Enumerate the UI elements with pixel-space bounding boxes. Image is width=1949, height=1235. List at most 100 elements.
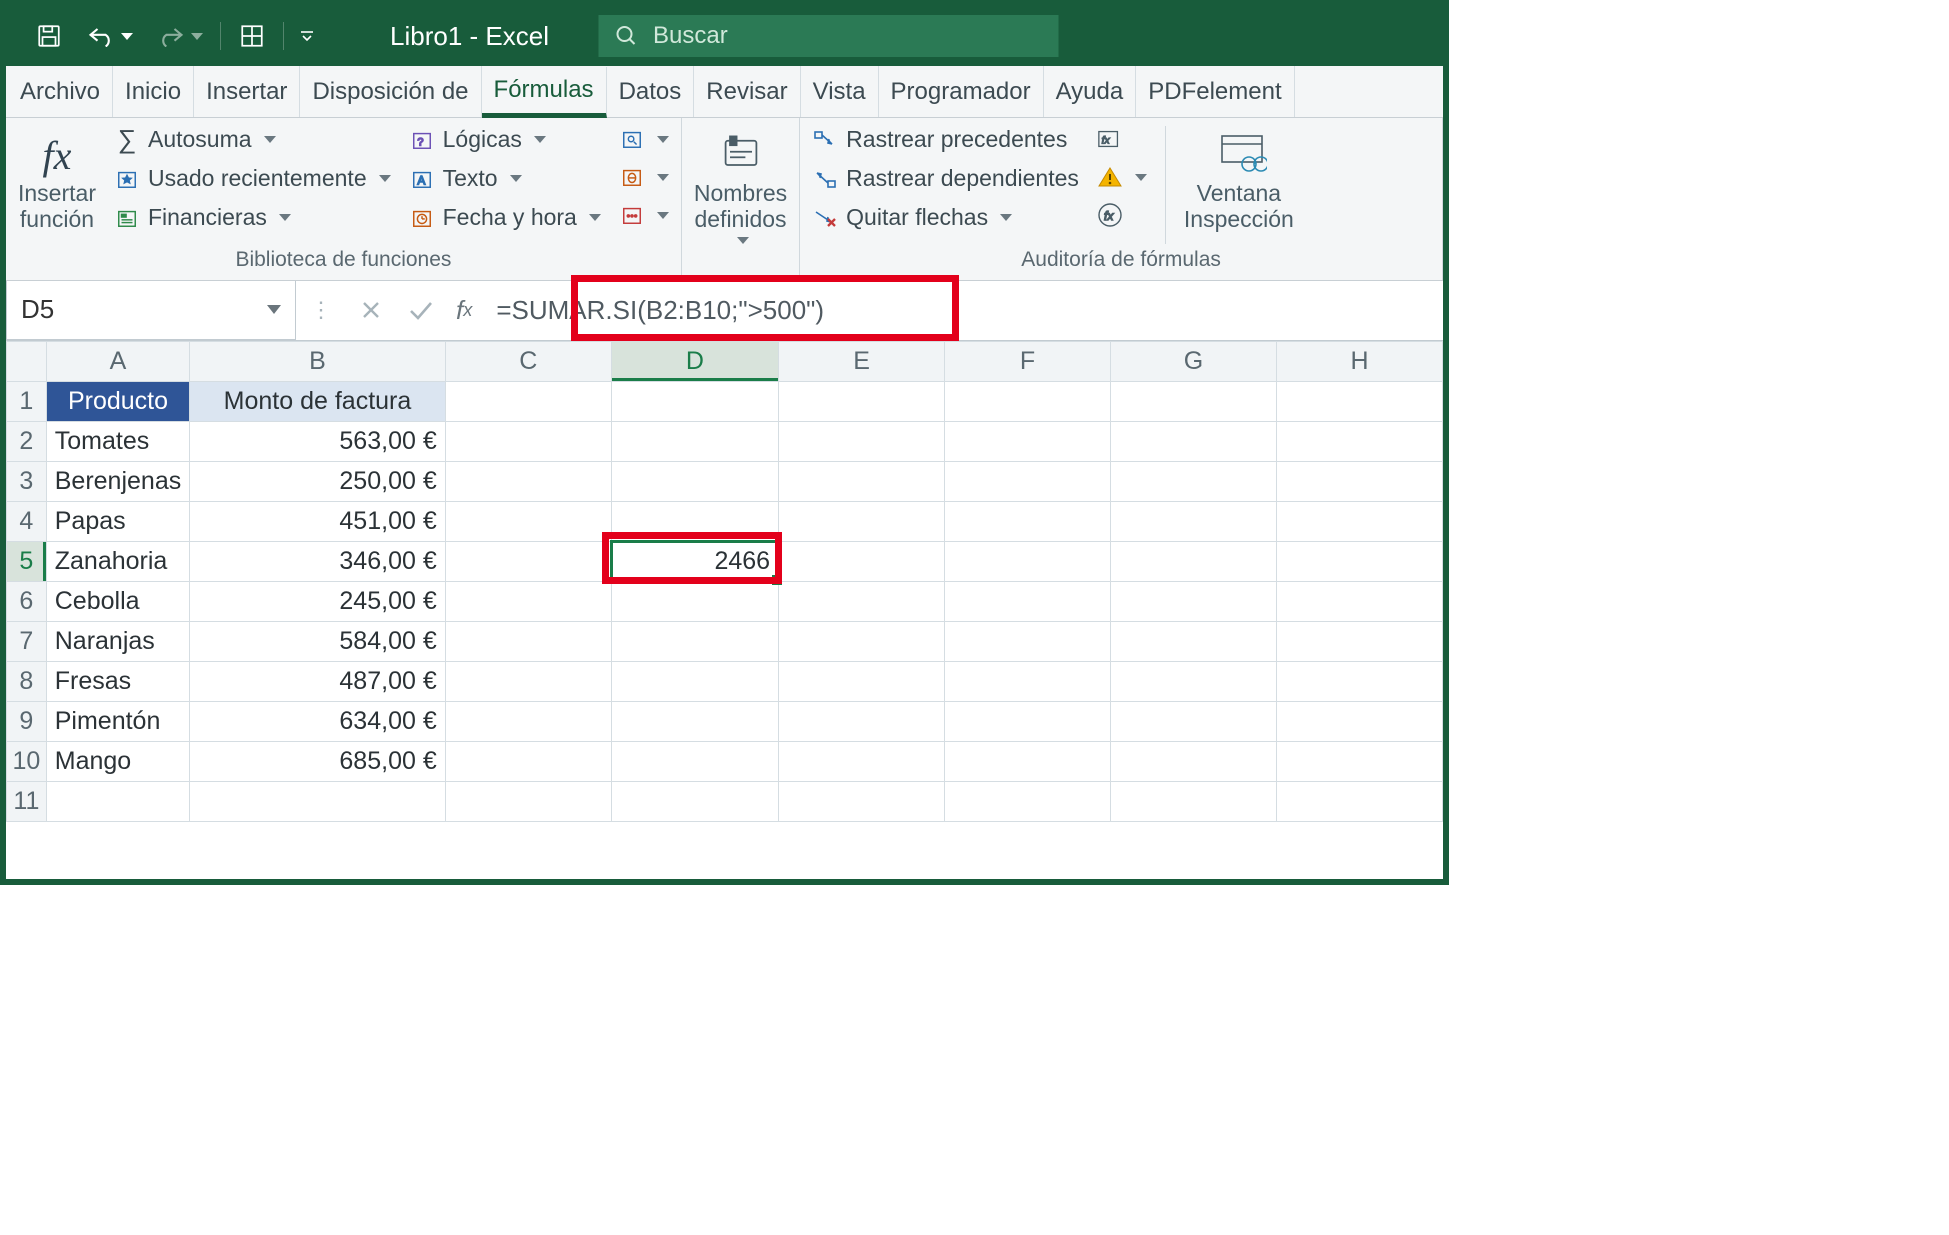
tab-archivo[interactable]: Archivo (6, 66, 113, 117)
column-header-G[interactable]: G (1110, 341, 1276, 381)
cell-A7[interactable]: Naranjas (46, 621, 189, 661)
cell-D3[interactable] (611, 461, 778, 501)
text-button[interactable]: A Texto (409, 165, 601, 192)
tab-vista[interactable]: Vista (801, 66, 879, 117)
cell-A6[interactable]: Cebolla (46, 581, 189, 621)
row-header-4[interactable]: 4 (7, 501, 47, 541)
column-header-C[interactable]: C (445, 341, 611, 381)
cell-B2[interactable]: 563,00 € (190, 421, 446, 461)
cell-A1[interactable]: Producto (46, 381, 189, 421)
cell-B9[interactable]: 634,00 € (190, 701, 446, 741)
cell-G5[interactable] (1110, 541, 1276, 581)
cell-C11[interactable] (445, 781, 611, 821)
cancel-formula-button[interactable] (346, 281, 396, 340)
cell-C10[interactable] (445, 741, 611, 781)
cell-E2[interactable] (779, 421, 945, 461)
cell-B1[interactable]: Monto de factura (190, 381, 446, 421)
tab-inicio[interactable]: Inicio (113, 66, 194, 117)
cell-B6[interactable]: 245,00 € (190, 581, 446, 621)
error-checking-button[interactable] (1097, 164, 1147, 190)
row-header-6[interactable]: 6 (7, 581, 47, 621)
tab-fórmulas[interactable]: Fórmulas (482, 67, 607, 118)
cell-G7[interactable] (1110, 621, 1276, 661)
math-button[interactable] (619, 164, 669, 190)
cell-F9[interactable] (945, 701, 1111, 741)
date-time-button[interactable]: Fecha y hora (409, 204, 601, 231)
save-button[interactable] (26, 13, 72, 59)
cell-F1[interactable] (945, 381, 1111, 421)
tab-programador[interactable]: Programador (879, 66, 1044, 117)
cell-E9[interactable] (779, 701, 945, 741)
cell-D10[interactable] (611, 741, 778, 781)
more-functions-button[interactable] (619, 202, 669, 228)
tab-revisar[interactable]: Revisar (694, 66, 800, 117)
formula-input[interactable]: =SUMAR.SI(B2:B10;">500") (482, 281, 1443, 340)
cell-G2[interactable] (1110, 421, 1276, 461)
column-header-D[interactable]: D (611, 341, 778, 381)
customize-qat-button[interactable] (292, 13, 322, 59)
cell-C8[interactable] (445, 661, 611, 701)
lookup-button[interactable] (619, 126, 669, 152)
cell-H1[interactable] (1276, 381, 1442, 421)
cell-B11[interactable] (190, 781, 446, 821)
cell-H5[interactable] (1276, 541, 1442, 581)
evaluate-formula-button[interactable]: fx (1097, 202, 1147, 228)
cell-E10[interactable] (779, 741, 945, 781)
cell-A8[interactable]: Fresas (46, 661, 189, 701)
cell-E1[interactable] (779, 381, 945, 421)
cell-E4[interactable] (779, 501, 945, 541)
tab-ayuda[interactable]: Ayuda (1044, 66, 1137, 117)
cell-C1[interactable] (445, 381, 611, 421)
cell-B5[interactable]: 346,00 € (190, 541, 446, 581)
cell-H2[interactable] (1276, 421, 1442, 461)
cell-D9[interactable] (611, 701, 778, 741)
column-header-A[interactable]: A (46, 341, 189, 381)
row-header-7[interactable]: 7 (7, 621, 47, 661)
cell-F4[interactable] (945, 501, 1111, 541)
spreadsheet-grid[interactable]: ABCDEFGH1ProductoMonto de factura2Tomate… (6, 341, 1443, 879)
trace-dependents-button[interactable]: Rastrear dependientes (812, 165, 1079, 192)
cell-D2[interactable] (611, 421, 778, 461)
cell-B8[interactable]: 487,00 € (190, 661, 446, 701)
cell-H3[interactable] (1276, 461, 1442, 501)
cell-E6[interactable] (779, 581, 945, 621)
cell-G1[interactable] (1110, 381, 1276, 421)
cell-G11[interactable] (1110, 781, 1276, 821)
show-formulas-button[interactable]: fx (1097, 126, 1147, 152)
logical-button[interactable]: ? Lógicas (409, 126, 601, 153)
cell-F5[interactable] (945, 541, 1111, 581)
cell-E5[interactable] (779, 541, 945, 581)
cell-B4[interactable]: 451,00 € (190, 501, 446, 541)
tab-pdfelement[interactable]: PDFelement (1136, 66, 1294, 117)
cell-D11[interactable] (611, 781, 778, 821)
insert-function-button[interactable]: fx Insertar función (18, 126, 96, 233)
column-header-F[interactable]: F (945, 341, 1111, 381)
cell-F2[interactable] (945, 421, 1111, 461)
cell-A3[interactable]: Berenjenas (46, 461, 189, 501)
search-box[interactable]: Buscar (599, 15, 1059, 57)
row-header-8[interactable]: 8 (7, 661, 47, 701)
cell-E7[interactable] (779, 621, 945, 661)
cell-C9[interactable] (445, 701, 611, 741)
undo-button[interactable] (78, 13, 142, 59)
cell-G8[interactable] (1110, 661, 1276, 701)
cell-E3[interactable] (779, 461, 945, 501)
cell-B10[interactable]: 685,00 € (190, 741, 446, 781)
cell-H9[interactable] (1276, 701, 1442, 741)
row-header-3[interactable]: 3 (7, 461, 47, 501)
enter-formula-button[interactable] (396, 281, 446, 340)
cell-F3[interactable] (945, 461, 1111, 501)
cell-A2[interactable]: Tomates (46, 421, 189, 461)
cell-F6[interactable] (945, 581, 1111, 621)
cell-A5[interactable]: Zanahoria (46, 541, 189, 581)
cell-F11[interactable] (945, 781, 1111, 821)
cell-C6[interactable] (445, 581, 611, 621)
name-box[interactable]: D5 (6, 281, 296, 340)
redo-button[interactable] (148, 13, 212, 59)
cell-A10[interactable]: Mango (46, 741, 189, 781)
cell-A9[interactable]: Pimentón (46, 701, 189, 741)
cell-E11[interactable] (779, 781, 945, 821)
cell-H6[interactable] (1276, 581, 1442, 621)
cell-F10[interactable] (945, 741, 1111, 781)
recently-used-button[interactable]: Usado recientemente (114, 165, 391, 192)
